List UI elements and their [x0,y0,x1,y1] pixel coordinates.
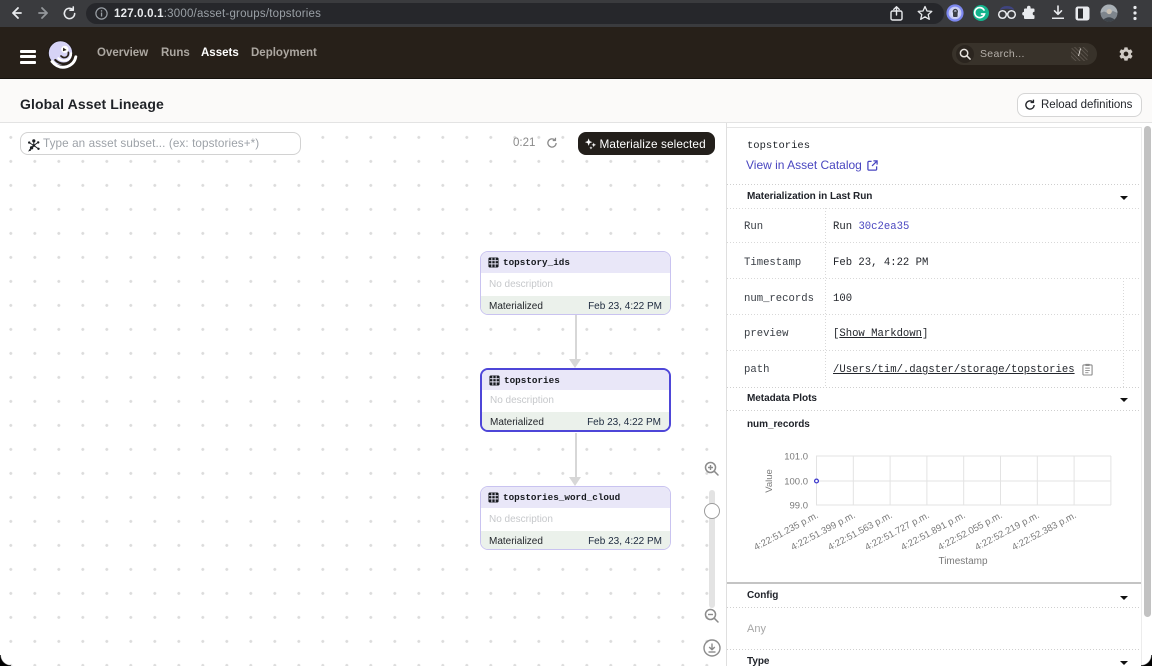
svg-text:99.0: 99.0 [790,501,809,512]
svg-text:4:22:52.383 p.m.: 4:22:52.383 p.m. [1010,510,1078,553]
svg-text:101.0: 101.0 [784,452,808,463]
svg-text:100.0: 100.0 [784,477,808,488]
svg-text:Timestamp: Timestamp [938,556,988,567]
svg-text:Value: Value [764,469,775,493]
